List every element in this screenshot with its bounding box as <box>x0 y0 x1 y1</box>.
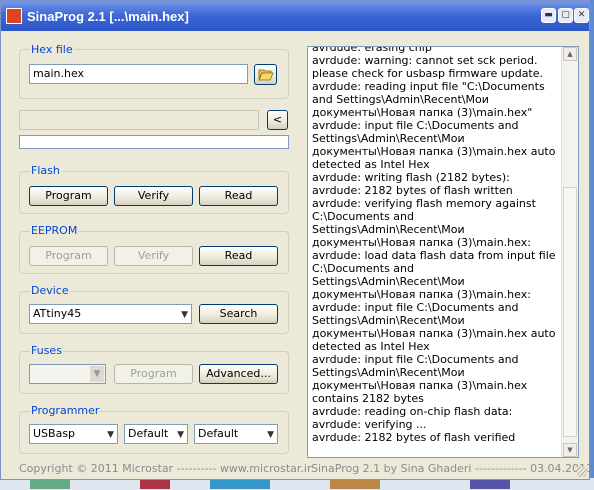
output-log-text: avrdude: erasing chip avrdude: warning: … <box>312 46 556 444</box>
fuses-program-button[interactable]: Program <box>114 364 193 384</box>
window-title: SinaProg 2.1 [...\main.hex] <box>27 9 189 24</box>
app-icon <box>6 8 22 24</box>
eeprom-label: EEPROM <box>30 224 79 237</box>
close-icon[interactable]: ✕ <box>574 8 589 23</box>
fuses-label: Fuses <box>30 344 63 357</box>
output-log[interactable]: avrdude: erasing chip avrdude: warning: … <box>307 46 579 458</box>
flash-label: Flash <box>30 164 61 177</box>
port-toggle-button[interactable]: < <box>267 110 288 130</box>
chevron-down-icon: ▼ <box>267 430 274 440</box>
device-label: Device <box>30 284 70 297</box>
flash-read-button[interactable]: Read <box>199 186 278 206</box>
scroll-thumb[interactable] <box>563 187 577 437</box>
footer-version: SinaProg 2.1 by Sina Ghaderi -----------… <box>311 462 594 475</box>
eeprom-read-button[interactable]: Read <box>199 246 278 266</box>
footer-copyright: Copyright © 2011 Microstar ---------- ww… <box>19 462 312 475</box>
title-bar[interactable]: SinaProg 2.1 [...\main.hex] ▬ ▢ ✕ <box>1 1 589 31</box>
scroll-up-icon[interactable]: ▲ <box>563 47 577 61</box>
sinaprog-window: SinaProg 2.1 [...\main.hex] ▬ ▢ ✕ Hex fi… <box>0 0 594 480</box>
maximize-icon[interactable]: ▢ <box>558 8 573 23</box>
eeprom-program-button[interactable]: Program <box>29 246 108 266</box>
port-select-value: Default <box>128 427 169 440</box>
scroll-down-icon[interactable]: ▼ <box>563 443 577 457</box>
hex-file-input[interactable]: main.hex <box>29 64 248 84</box>
speed-select[interactable]: Default ▼ <box>194 424 278 444</box>
hex-file-label: Hex file <box>30 43 74 56</box>
resize-grip[interactable] <box>577 467 587 477</box>
chevron-down-icon: ▼ <box>177 430 184 440</box>
programmer-select-value: USBasp <box>33 427 76 440</box>
eeprom-verify-button[interactable]: Verify <box>114 246 193 266</box>
progress-bar <box>19 135 289 149</box>
speed-select-value: Default <box>198 427 239 440</box>
minimize-icon[interactable]: ▬ <box>541 8 556 23</box>
fuses-advanced-button[interactable]: Advanced... <box>199 364 278 384</box>
log-scrollbar[interactable]: ▲ ▼ <box>561 47 578 457</box>
device-search-button[interactable]: Search <box>199 304 278 324</box>
flash-verify-button[interactable]: Verify <box>114 186 193 206</box>
chevron-down-icon: ▼ <box>107 430 114 440</box>
flash-program-button[interactable]: Program <box>29 186 108 206</box>
browse-button[interactable] <box>254 64 277 85</box>
chevron-down-icon: ▼ <box>181 310 188 320</box>
device-select[interactable]: ATtiny45 ▼ <box>29 304 192 324</box>
folder-open-icon <box>257 69 274 81</box>
chevron-down-icon: ▼ <box>90 366 104 382</box>
fuses-select[interactable]: ▼ <box>29 364 106 384</box>
port-select[interactable]: Default ▼ <box>124 424 188 444</box>
programmer-select[interactable]: USBasp ▼ <box>29 424 118 444</box>
device-select-value: ATtiny45 <box>33 307 82 320</box>
programmer-label: Programmer <box>30 404 101 417</box>
port-field[interactable] <box>19 110 259 130</box>
